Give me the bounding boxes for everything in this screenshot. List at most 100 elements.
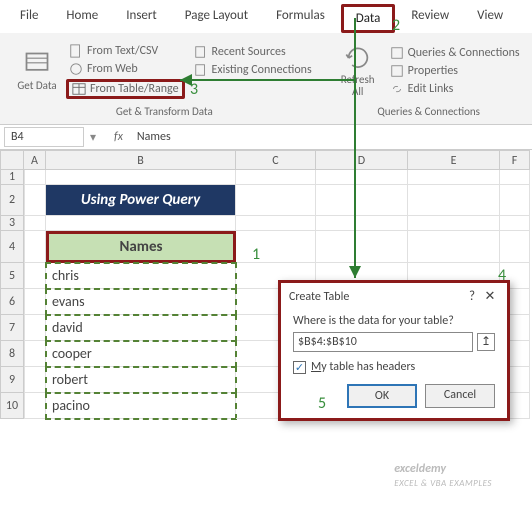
row-head-10[interactable]: 10: [0, 393, 24, 419]
row-head-6[interactable]: 6: [0, 289, 24, 315]
group-queries-connections: Refresh All Queries & Connections Proper…: [327, 37, 531, 124]
get-data-button[interactable]: Get Data: [14, 39, 60, 103]
data-cell[interactable]: robert: [46, 367, 236, 393]
ok-button[interactable]: OK: [347, 384, 417, 408]
tab-formulas[interactable]: Formulas: [264, 4, 337, 33]
recent-icon: [194, 45, 208, 59]
cell[interactable]: [408, 231, 500, 263]
cell[interactable]: [408, 170, 500, 185]
col-head-d[interactable]: D: [316, 150, 408, 170]
from-web-button[interactable]: From Web: [66, 61, 185, 77]
refresh-icon: [344, 44, 372, 72]
cell[interactable]: [500, 185, 530, 216]
callout-3: 3: [190, 80, 198, 99]
properties-button[interactable]: Properties: [387, 63, 523, 79]
data-cell[interactable]: david: [46, 315, 236, 341]
range-picker-button[interactable]: ↥: [477, 333, 495, 351]
watermark: exceldemy EXCEL & VBA EXAMPLES: [394, 462, 492, 490]
select-all-corner[interactable]: [0, 150, 24, 170]
callout-2: 2: [392, 16, 400, 35]
recent-sources-button[interactable]: Recent Sources: [191, 44, 315, 60]
cell[interactable]: [316, 170, 408, 185]
get-data-icon: [23, 50, 51, 78]
tab-review[interactable]: Review: [399, 4, 461, 33]
col-head-b[interactable]: B: [46, 150, 236, 170]
cell[interactable]: [408, 185, 500, 216]
properties-icon: [390, 64, 404, 78]
cell[interactable]: [24, 367, 46, 393]
dropdown-icon[interactable]: ▾: [84, 130, 102, 145]
cell[interactable]: [24, 341, 46, 367]
tab-view[interactable]: View: [465, 4, 515, 33]
data-cell[interactable]: chris: [46, 263, 236, 289]
existing-connections-button[interactable]: Existing Connections: [191, 62, 315, 78]
fx-icon[interactable]: fx: [114, 130, 123, 144]
ribbon: Get Data From Text/CSV From Web From Tab…: [0, 33, 532, 125]
tab-home[interactable]: Home: [54, 4, 110, 33]
tab-insert[interactable]: Insert: [114, 4, 169, 33]
queries-connections-button[interactable]: Queries & Connections: [387, 45, 523, 61]
range-input[interactable]: $B$4:$B$10: [293, 332, 473, 352]
table-header-cell[interactable]: Names: [46, 231, 236, 263]
cell[interactable]: [46, 216, 236, 231]
data-cell[interactable]: evans: [46, 289, 236, 315]
cell[interactable]: [316, 231, 408, 263]
banner-cell[interactable]: Using Power Query: [46, 185, 236, 216]
tab-data[interactable]: Data: [341, 4, 396, 33]
connection-icon: [194, 63, 208, 77]
row-head-1[interactable]: 1: [0, 170, 24, 185]
data-cell[interactable]: pacino: [46, 393, 236, 419]
col-head-a[interactable]: A: [24, 150, 46, 170]
from-text-csv-button[interactable]: From Text/CSV: [66, 43, 185, 59]
cell[interactable]: [236, 231, 316, 263]
col-head-c[interactable]: C: [236, 150, 316, 170]
cell[interactable]: [24, 289, 46, 315]
tab-file[interactable]: File: [8, 4, 50, 33]
dialog-close-button[interactable]: ✕: [481, 289, 499, 304]
data-cell[interactable]: cooper: [46, 341, 236, 367]
headers-checkbox-label[interactable]: My table has headers: [311, 360, 415, 374]
col-head-e[interactable]: E: [408, 150, 500, 170]
from-table-range-button[interactable]: From Table/Range: [66, 79, 185, 99]
dialog-help-button[interactable]: ?: [463, 289, 481, 304]
cell[interactable]: [24, 231, 46, 263]
refresh-all-button[interactable]: Refresh All: [335, 39, 381, 103]
callout-4: 4: [498, 266, 506, 285]
row-head-5[interactable]: 5: [0, 263, 24, 289]
row-head-8[interactable]: 8: [0, 341, 24, 367]
callout-1: 1: [252, 245, 260, 264]
formula-bar: B4 ▾ fx Names: [0, 125, 532, 150]
formula-input[interactable]: Names: [135, 128, 528, 146]
edit-links-button[interactable]: Edit Links: [387, 81, 523, 97]
cell[interactable]: [500, 216, 530, 231]
cell[interactable]: [24, 315, 46, 341]
link-icon: [390, 82, 404, 96]
headers-checkbox[interactable]: ✓: [293, 361, 306, 374]
row-head-7[interactable]: 7: [0, 315, 24, 341]
group-title-queries: Queries & Connections: [335, 103, 523, 122]
cell[interactable]: [24, 216, 46, 231]
cell[interactable]: [46, 170, 236, 185]
cell[interactable]: [24, 263, 46, 289]
row-head-9[interactable]: 9: [0, 367, 24, 393]
cell[interactable]: [500, 170, 530, 185]
row-head-4[interactable]: 4: [0, 231, 24, 263]
row-head-2[interactable]: 2: [0, 185, 24, 216]
cell[interactable]: [24, 393, 46, 419]
row-head-3[interactable]: 3: [0, 216, 24, 231]
cell[interactable]: [236, 185, 316, 216]
cell[interactable]: [316, 185, 408, 216]
cell[interactable]: [24, 170, 46, 185]
globe-icon: [69, 62, 83, 76]
cell[interactable]: [236, 170, 316, 185]
file-icon: [69, 44, 83, 58]
cell[interactable]: [316, 216, 408, 231]
cancel-button[interactable]: Cancel: [425, 384, 495, 408]
col-head-f[interactable]: F: [500, 150, 530, 170]
name-box[interactable]: B4: [4, 127, 84, 147]
cell[interactable]: [236, 216, 316, 231]
cell[interactable]: [408, 216, 500, 231]
cell[interactable]: [500, 231, 530, 263]
tab-page-layout[interactable]: Page Layout: [173, 4, 260, 33]
cell[interactable]: [24, 185, 46, 216]
